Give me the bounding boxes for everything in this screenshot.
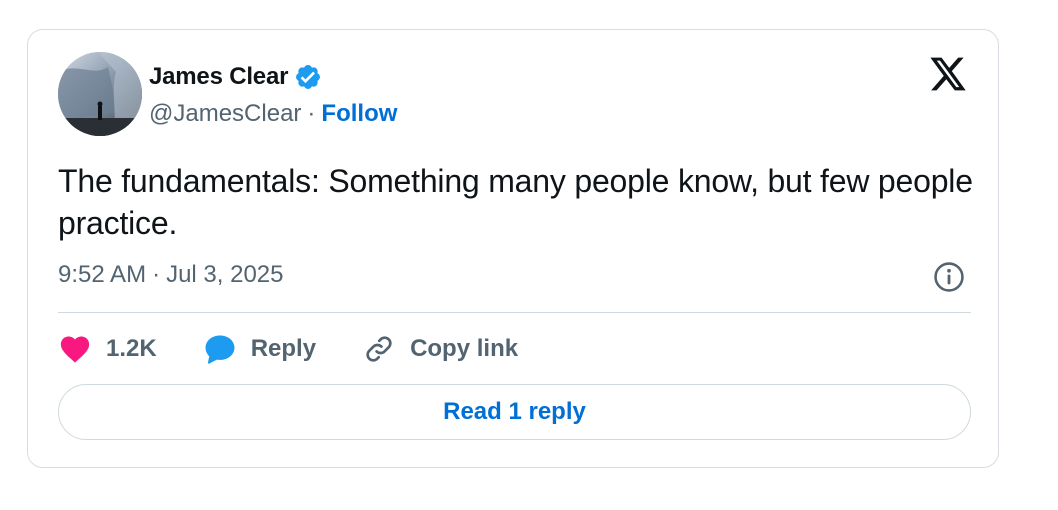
tweet-meta[interactable]: 9:52 AM · Jul 3, 2025 bbox=[58, 258, 283, 292]
copy-link-button[interactable]: Copy link bbox=[362, 332, 518, 366]
heart-icon bbox=[58, 332, 92, 366]
author-name[interactable]: James Clear bbox=[149, 63, 288, 91]
author-handle-row: @JamesClear · Follow bbox=[149, 98, 397, 130]
reply-label: Reply bbox=[250, 335, 317, 362]
action-bar: 1.2K Reply Copy link bbox=[58, 330, 564, 368]
link-icon bbox=[362, 332, 396, 366]
meta-separator: · bbox=[152, 261, 161, 288]
avatar[interactable] bbox=[58, 52, 142, 136]
handle-separator: · bbox=[307, 100, 316, 127]
divider bbox=[58, 312, 971, 313]
tweet-time: 9:52 AM bbox=[58, 261, 147, 288]
author-handle[interactable]: @JamesClear bbox=[149, 100, 301, 128]
follow-button[interactable]: Follow bbox=[321, 100, 397, 128]
read-replies-button[interactable]: Read 1 reply bbox=[58, 384, 971, 440]
tweet-text: The fundamentals: Something many people … bbox=[58, 163, 973, 241]
verified-badge-icon bbox=[294, 63, 322, 91]
reply-button[interactable]: Reply bbox=[203, 332, 316, 366]
like-count: 1.2K bbox=[106, 335, 157, 362]
tweet-card: James Clear @JamesClear · Follow The fun… bbox=[27, 29, 999, 468]
like-button[interactable]: 1.2K bbox=[58, 332, 157, 366]
copy-link-label: Copy link bbox=[410, 335, 519, 362]
author-name-row: James Clear bbox=[149, 60, 322, 94]
info-icon[interactable] bbox=[932, 260, 966, 294]
tweet-date: Jul 3, 2025 bbox=[166, 261, 284, 288]
speech-bubble-icon bbox=[203, 332, 237, 366]
x-logo-icon[interactable] bbox=[928, 56, 968, 92]
